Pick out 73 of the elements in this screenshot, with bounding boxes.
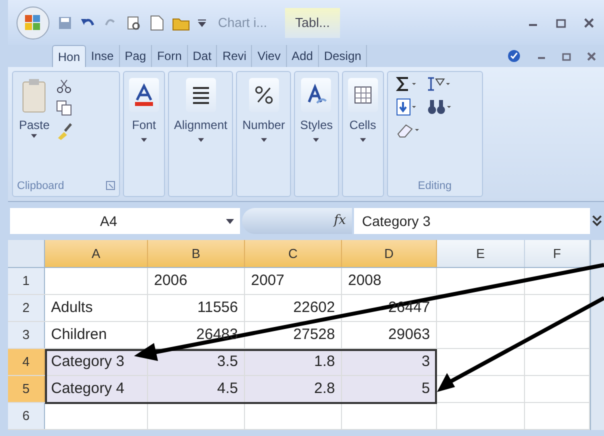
restore-icon[interactable]	[556, 18, 566, 28]
caret-icon	[141, 138, 147, 142]
row-header[interactable]: 6	[8, 403, 45, 429]
sum-icon[interactable]	[396, 76, 418, 92]
ribbon-button[interactable]: Font	[123, 71, 165, 197]
contextual-tab-title: Tabl...	[285, 8, 340, 38]
caret-icon	[198, 138, 204, 142]
table-grid-icon	[352, 84, 374, 106]
table-cell-text: Category 4	[51, 378, 124, 399]
caret-icon	[360, 138, 366, 142]
group-label: Clipboard	[17, 178, 64, 194]
table-cell-text: 11556	[197, 298, 238, 318]
close-icon[interactable]	[584, 18, 594, 28]
table-cell-text: 2.8	[314, 378, 335, 399]
group-label: Editing	[416, 178, 453, 194]
vertical-scrollbar[interactable]	[590, 240, 604, 430]
help-icon[interactable]	[507, 49, 521, 63]
table-cell-text: 2007	[251, 270, 284, 291]
save-icon[interactable]	[58, 16, 72, 30]
column-header[interactable]: D	[342, 240, 437, 267]
close-icon[interactable]	[587, 52, 596, 60]
name-box[interactable]: A4	[10, 208, 240, 234]
table-cell-text: 2008	[348, 270, 382, 291]
eraser-icon[interactable]	[396, 122, 422, 138]
font-color-icon	[132, 83, 156, 107]
ribbon-button[interactable]: Cells	[342, 71, 384, 197]
column-header[interactable]: B	[148, 240, 245, 267]
row-header[interactable]: 4	[8, 349, 45, 375]
caret-icon	[260, 138, 267, 142]
window-title: Chart i...	[218, 14, 268, 32]
table-cell-text: Category 3	[51, 352, 124, 372]
fill-down-icon[interactable]	[396, 98, 418, 116]
table-cell-text: 5	[422, 378, 430, 399]
column-header[interactable]: A	[45, 240, 148, 267]
column-header[interactable]: E	[437, 240, 525, 267]
table-cell-text: 3	[422, 352, 430, 372]
column-header[interactable]: C	[245, 240, 342, 267]
office-logo-icon[interactable]	[16, 6, 50, 40]
expand-icon[interactable]	[592, 215, 602, 227]
insert-function-button[interactable]: fx	[334, 211, 346, 231]
print-preview-icon[interactable]	[126, 14, 142, 30]
restore-icon[interactable]	[562, 52, 571, 60]
table-cell-text: 1.8	[314, 352, 335, 372]
table-cell-text: 3.5	[217, 352, 238, 372]
table-cell-text: 4.5	[217, 378, 238, 399]
table-cell-text: 22602	[293, 298, 335, 318]
table-cell-text: 27528	[293, 324, 335, 345]
table-cell-text: 2006	[154, 270, 188, 291]
dialog-launcher-icon[interactable]	[106, 181, 115, 190]
table-cell-text: Adults	[51, 298, 93, 318]
caret-icon	[31, 134, 38, 138]
column-header[interactable]: F	[525, 240, 590, 267]
copy-icon[interactable]	[56, 100, 72, 116]
customize-toolbar-icon[interactable]	[198, 18, 206, 26]
formula-field[interactable]: Category 3	[354, 208, 590, 234]
paste-button[interactable]: Paste	[19, 76, 50, 138]
row-header[interactable]: 2	[8, 295, 45, 321]
table-cell-text: 29063	[388, 324, 430, 345]
ribbon-button[interactable]: Alignment	[168, 71, 234, 197]
brush-icon[interactable]	[56, 122, 74, 140]
ribbon-button[interactable]: Styles	[294, 71, 339, 197]
table-cell-text: Children	[51, 324, 107, 345]
binoculars-icon[interactable]	[426, 98, 452, 116]
ribbon-tab[interactable]: Hon	[52, 45, 86, 67]
ribbon-button[interactable]: Number	[236, 71, 292, 197]
caret-icon	[226, 218, 234, 224]
row-header[interactable]: 1	[8, 268, 45, 294]
new-file-icon[interactable]	[150, 14, 164, 30]
row-header[interactable]: 5	[8, 376, 45, 402]
scissors-icon[interactable]	[56, 78, 72, 94]
percent-icon	[254, 85, 274, 105]
row-header[interactable]: 3	[8, 322, 45, 348]
caret-icon	[313, 138, 320, 142]
